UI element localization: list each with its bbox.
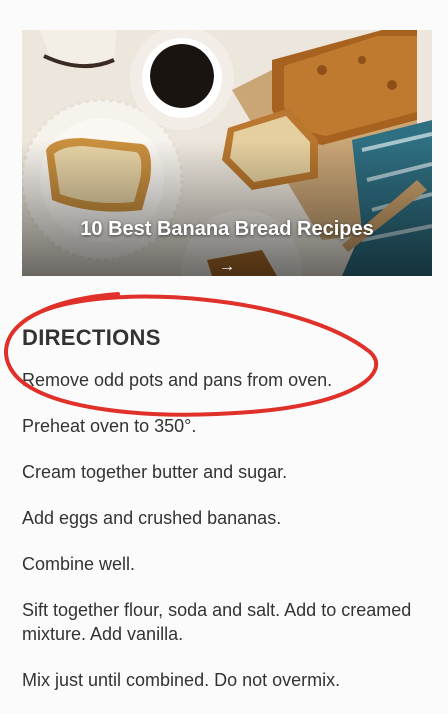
recipe-card-image-link[interactable]: 10 Best Banana Bread Recipes → — [22, 30, 432, 276]
directions-list: Remove odd pots and pans from oven. Preh… — [22, 368, 426, 692]
arrow-right-icon[interactable]: → — [22, 258, 432, 276]
direction-step: Preheat oven to 350°. — [22, 416, 197, 436]
directions-section: DIRECTIONS Remove odd pots and pans from… — [22, 322, 426, 714]
direction-step: Sift together flour, soda and salt. Add … — [22, 600, 412, 644]
direction-step: Cream together butter and sugar. — [22, 462, 288, 482]
direction-step: Combine well. — [22, 554, 136, 574]
directions-heading: DIRECTIONS — [22, 325, 161, 350]
card-title[interactable]: 10 Best Banana Bread Recipes — [22, 218, 432, 241]
direction-step: Add eggs and crushed bananas. — [22, 508, 282, 528]
direction-step: Remove odd pots and pans from oven. — [22, 370, 333, 390]
direction-step: Mix just until combined. Do not overmix. — [22, 670, 341, 690]
